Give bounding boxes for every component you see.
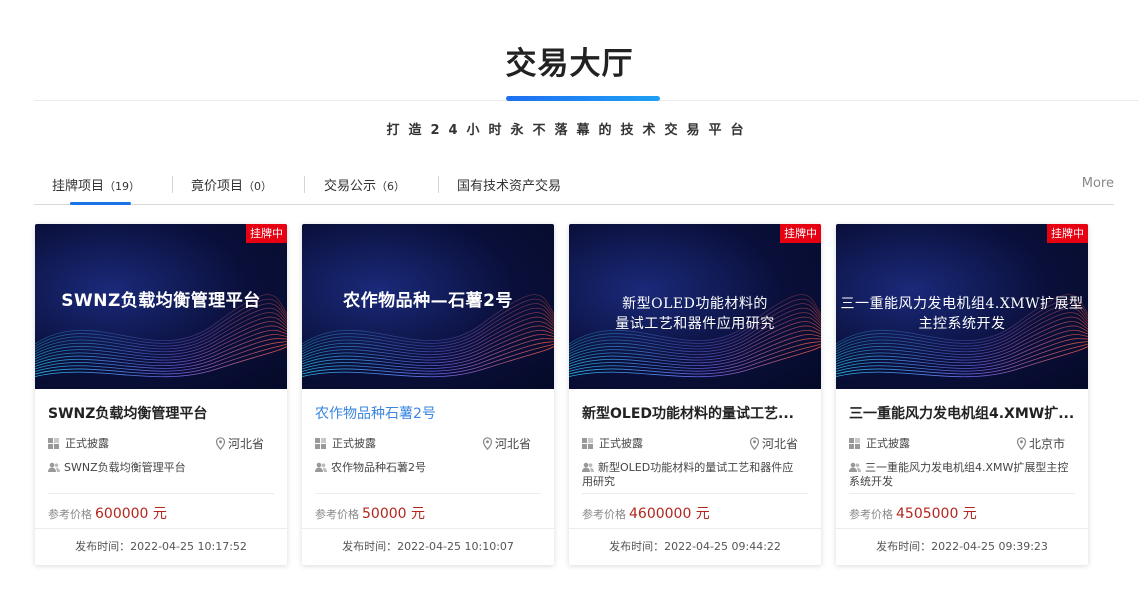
card-title[interactable]: SWNZ负载均衡管理平台 <box>48 403 274 423</box>
tab-separator <box>438 176 439 193</box>
wave-line <box>569 334 821 367</box>
location: 北京市 <box>1028 437 1065 451</box>
wave-line <box>302 307 554 352</box>
status-badge: 挂牌中 <box>780 224 821 243</box>
card-title[interactable]: 三一重能风力发电机组4.XMW扩... <box>849 403 1075 423</box>
card-image-text-line2: 主控系统开发 <box>918 316 1006 332</box>
card-image-text-line2: 量试工艺和器件应用研究 <box>615 316 775 332</box>
card-image-text: SWNZ负载均衡管理平台 <box>61 291 261 311</box>
location-pin-icon <box>215 437 226 450</box>
grid-icon <box>48 437 59 449</box>
status-badge: 挂牌中 <box>1047 224 1088 243</box>
location: 河北省 <box>227 437 264 451</box>
tab-separator <box>304 176 305 193</box>
tab-state-tech-assets[interactable]: 国有技术资产交易 <box>457 175 561 194</box>
users-icon <box>582 462 594 472</box>
card-divider <box>315 493 541 494</box>
project-card[interactable]: SWNZ负载均衡管理平台 挂牌中 SWNZ负载均衡管理平台 正式披露 河北省 S… <box>35 224 287 565</box>
wave-line <box>302 334 554 367</box>
disclosure-type: 正式披露 <box>65 437 109 450</box>
location-pin-icon <box>1016 437 1027 450</box>
tab-label: 竟价项目 <box>191 179 244 194</box>
users-icon <box>849 462 861 472</box>
card-image[interactable]: 三一重能风力发电机组4.XMW扩展型 主控系统开发 挂牌中 <box>836 224 1088 389</box>
price-value: 4505000 元 <box>896 506 977 522</box>
tab-bar: 挂牌项目（19） 竟价项目（0） 交易公示（6） 国有技术资产交易 More <box>34 166 1114 205</box>
price-value: 4600000 元 <box>629 506 710 522</box>
tab-trade-announcements[interactable]: 交易公示（6） <box>324 175 405 194</box>
card-description: SWNZ负载均衡管理平台 <box>64 461 186 474</box>
disclosure-type: 正式披露 <box>866 437 910 450</box>
wave-line <box>569 346 821 378</box>
wave-line <box>836 334 1088 367</box>
wave-line <box>35 346 287 378</box>
price-value: 50000 元 <box>362 506 425 522</box>
card-divider <box>582 493 808 494</box>
page-subtitle: 打造24小时永不落幕的技术交易平台 <box>386 123 753 138</box>
page-title: 交易大厅 <box>505 46 634 82</box>
wave-line <box>35 334 287 367</box>
users-icon <box>315 462 327 472</box>
tab-listed-projects[interactable]: 挂牌项目（19） <box>52 175 140 194</box>
card-image[interactable]: SWNZ负载均衡管理平台 挂牌中 <box>35 224 287 389</box>
tab-separator <box>172 176 173 193</box>
grid-icon <box>582 437 593 449</box>
card-image-text-line1: 三一重能风力发电机组4.XMW扩展型 <box>840 296 1084 312</box>
price-label: 参考价格 <box>849 508 893 521</box>
card-image-text-line1: 新型OLED功能材料的 <box>622 296 768 312</box>
price-label: 参考价格 <box>48 508 92 521</box>
publish-time: 发布时间：2022-04-25 09:44:22 <box>569 528 821 565</box>
publish-time: 发布时间：2022-04-25 09:39:23 <box>836 528 1088 565</box>
location-pin-icon <box>749 437 760 450</box>
card-description: 农作物品种石薯2号 <box>331 461 426 474</box>
price-value: 600000 元 <box>95 506 167 522</box>
disclosure-type: 正式披露 <box>332 437 376 450</box>
active-tab-indicator <box>70 202 131 205</box>
card-image-text: 三一重能风力发电机组4.XMW扩展型 主控系统开发 <box>836 294 1088 334</box>
wave-line <box>35 307 287 352</box>
card-description: 新型OLED功能材料的量试工艺和器件应用研究 <box>582 461 794 488</box>
card-title[interactable]: 新型OLED功能材料的量试工艺... <box>582 403 808 423</box>
tab-count: （6） <box>376 180 406 193</box>
price-label: 参考价格 <box>315 508 359 521</box>
location: 河北省 <box>761 437 798 451</box>
card-description: 三一重能风力发电机组4.XMW扩展型主控系统开发 <box>849 461 1069 488</box>
wave-line <box>302 312 554 355</box>
title-accent-bar <box>506 96 660 101</box>
project-card[interactable]: 农作物品种—石薯2号 农作物品种石薯2号 正式披露 河北省 农作物品种石薯2号 … <box>302 224 554 565</box>
tab-count: （0） <box>243 180 273 193</box>
card-divider <box>849 493 1075 494</box>
more-link[interactable]: More <box>1082 176 1114 191</box>
location-pin-icon <box>482 437 493 450</box>
card-divider <box>48 493 274 494</box>
price-label: 参考价格 <box>582 508 626 521</box>
wave-line <box>836 346 1088 378</box>
wave-line <box>35 312 287 355</box>
card-image-text: 新型OLED功能材料的 量试工艺和器件应用研究 <box>569 294 821 334</box>
tab-label: 交易公示 <box>324 179 377 194</box>
grid-icon <box>315 437 326 449</box>
grid-icon <box>849 437 860 449</box>
project-card[interactable]: 新型OLED功能材料的 量试工艺和器件应用研究 挂牌中 新型OLED功能材料的量试… <box>569 224 821 565</box>
publish-time: 发布时间：2022-04-25 10:10:07 <box>302 528 554 565</box>
publish-time: 发布时间：2022-04-25 10:17:52 <box>35 528 287 565</box>
card-image-text: 农作物品种—石薯2号 <box>343 291 513 311</box>
project-card[interactable]: 三一重能风力发电机组4.XMW扩展型 主控系统开发 挂牌中 三一重能风力发电机组4… <box>836 224 1088 565</box>
wave-line <box>302 346 554 378</box>
tab-bidding-projects[interactable]: 竟价项目（0） <box>191 175 272 194</box>
tab-label: 挂牌项目 <box>52 179 105 194</box>
card-image[interactable]: 农作物品种—石薯2号 <box>302 224 554 389</box>
location: 河北省 <box>494 437 531 451</box>
status-badge: 挂牌中 <box>246 224 287 243</box>
disclosure-type: 正式披露 <box>599 437 643 450</box>
tab-label: 国有技术资产交易 <box>457 179 562 194</box>
users-icon <box>48 462 60 472</box>
tab-count: （19） <box>104 180 141 193</box>
card-image[interactable]: 新型OLED功能材料的 量试工艺和器件应用研究 挂牌中 <box>569 224 821 389</box>
card-title[interactable]: 农作物品种石薯2号 <box>315 403 541 423</box>
